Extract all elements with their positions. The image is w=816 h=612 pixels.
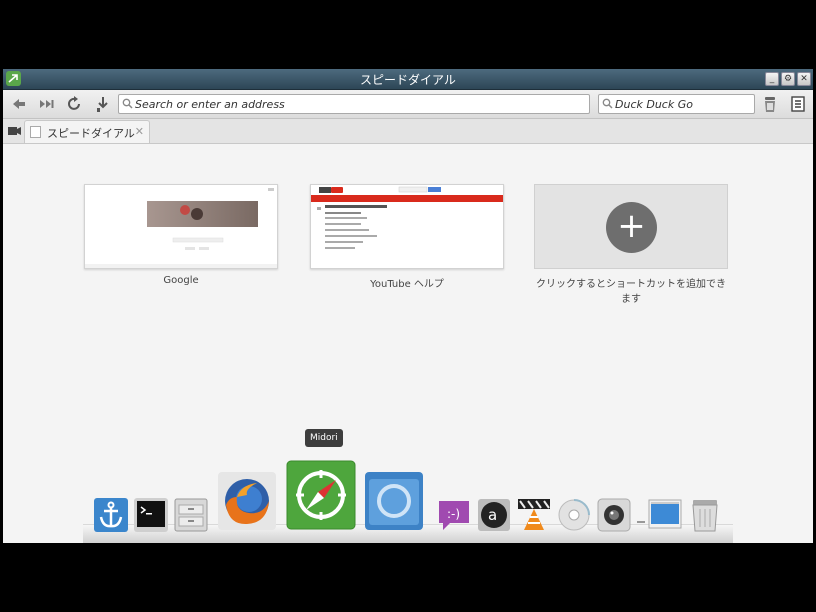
terminal-icon[interactable] <box>133 497 169 533</box>
fast-forward-icon[interactable] <box>37 94 57 114</box>
back-icon[interactable] <box>9 94 29 114</box>
web-search-bar[interactable] <box>598 94 755 114</box>
desktop-screen: スピードダイアル _ ⚙ ✕ Search or enter an addres… <box>3 69 813 543</box>
chat-bubble-icon[interactable]: :-) <box>436 497 472 533</box>
navigation-toolbar <box>3 90 813 119</box>
google-thumbnail <box>85 185 277 268</box>
vlc-icon[interactable] <box>516 497 552 533</box>
dock-separator <box>636 497 646 533</box>
chromium-icon[interactable] <box>364 471 424 531</box>
youtube-thumbnail <box>311 185 503 268</box>
firefox-icon[interactable] <box>217 471 277 531</box>
webcam-icon[interactable] <box>596 497 632 533</box>
svg-text:a: a <box>488 506 497 524</box>
page-icon <box>30 126 41 138</box>
tab-list-icon[interactable] <box>6 123 22 139</box>
amazon-icon[interactable]: a <box>476 497 512 533</box>
tab-close-icon[interactable]: ✕ <box>135 125 144 138</box>
minimize-button[interactable]: _ <box>765 72 779 86</box>
window-titlebar[interactable]: スピードダイアル _ ⚙ ✕ <box>3 69 813 90</box>
tab-bar: スピードダイアル ✕ <box>3 119 813 144</box>
tile-label-google[interactable]: Google <box>84 275 278 286</box>
close-button[interactable]: ✕ <box>797 72 811 86</box>
search-icon <box>602 98 613 109</box>
tile-label-add-shortcut: クリックするとショートカットを追加できます <box>536 279 726 305</box>
midori-icon[interactable] <box>286 460 356 530</box>
web-search-input[interactable] <box>615 96 751 112</box>
maximize-button[interactable]: ⚙ <box>781 72 795 86</box>
svg-text::-): :-) <box>447 507 460 521</box>
desktop-window-icon[interactable] <box>647 497 683 533</box>
reload-icon[interactable] <box>65 94 85 114</box>
search-icon <box>122 98 133 109</box>
speed-dial-tile-youtube[interactable] <box>310 184 504 269</box>
address-bar[interactable] <box>118 94 590 114</box>
plus-icon[interactable]: + <box>606 202 657 253</box>
add-shortcut-tile[interactable]: + <box>534 184 728 269</box>
download-arrow-icon[interactable] <box>93 94 113 114</box>
window-title: スピードダイアル <box>360 73 456 87</box>
anchor-icon[interactable] <box>93 497 129 533</box>
file-cabinet-icon[interactable] <box>173 497 209 533</box>
speed-dial-tile-google[interactable] <box>84 184 278 269</box>
tab-label: スピードダイアル <box>47 127 135 140</box>
dock-tooltip: Midori <box>305 429 343 447</box>
disc-icon[interactable] <box>556 497 592 533</box>
trash-icon[interactable] <box>687 497 723 533</box>
address-input[interactable] <box>135 96 585 112</box>
trash-icon[interactable] <box>760 94 780 114</box>
tile-label-youtube[interactable]: YouTube ヘルプ <box>310 275 504 290</box>
menu-icon[interactable] <box>788 94 808 114</box>
tab-speed-dial[interactable]: スピードダイアル ✕ <box>24 120 150 143</box>
